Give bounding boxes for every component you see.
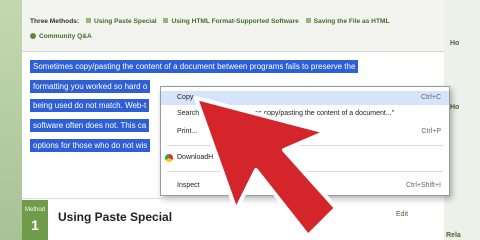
- method-title: Using Paste Special: [58, 210, 173, 224]
- menu-item-label: Inspect: [177, 182, 200, 189]
- menu-item-label: Print...: [177, 128, 198, 135]
- community-icon: [30, 33, 36, 39]
- section-divider: [22, 198, 444, 199]
- bullet-icon: [305, 18, 311, 23]
- sidebar-heading-bottom[interactable]: Rela: [446, 232, 461, 239]
- menu-item-inspect[interactable]: Inspect Ctrl+Shift+I: [161, 179, 449, 193]
- method-link-2[interactable]: Using HTML Format-Supported Software: [171, 18, 298, 25]
- methods-label: Three Methods:: [30, 18, 80, 25]
- menu-item-label: DownloadH: [177, 154, 214, 161]
- menu-shortcut: Ctrl+C: [420, 94, 441, 101]
- community-qa-link[interactable]: Community Q&A: [39, 33, 92, 40]
- menu-item-search-query: times copy/pasting the content of a docu…: [245, 110, 395, 117]
- menu-item-label: Copy: [177, 94, 194, 101]
- method-link-3[interactable]: Saving the File as HTML: [314, 18, 390, 25]
- method-badge-label: Method: [24, 207, 45, 213]
- menu-item-copy[interactable]: Copy Ctrl+C: [161, 91, 449, 105]
- edit-link[interactable]: Edit: [396, 211, 408, 218]
- selected-text-line[interactable]: options for those who do not wis: [30, 139, 151, 152]
- menu-separator: [167, 145, 443, 146]
- method-badge-number: 1: [31, 217, 39, 233]
- bullet-icon: [85, 18, 91, 23]
- community-line: Community Q&A: [30, 33, 92, 40]
- methods-toc: Three Methods: Using Paste Special Using…: [22, 0, 444, 52]
- menu-item-print[interactable]: Print... Ctrl+P: [161, 125, 449, 139]
- selected-text-line[interactable]: Sometimes copy/pasting the content of a …: [30, 60, 359, 73]
- menu-item-label: Search: [177, 110, 200, 117]
- bullet-icon: [163, 18, 169, 23]
- methods-toc-line: Three Methods: Using Paste Special Using…: [30, 18, 390, 25]
- menu-shortcut: Ctrl+Shift+I: [405, 182, 441, 189]
- extension-icon: [165, 154, 173, 162]
- menu-item-download[interactable]: DownloadH: [161, 151, 449, 165]
- menu-item-search[interactable]: Search times copy/pasting the content of…: [161, 107, 449, 121]
- method-badge: Method 1: [22, 200, 48, 240]
- sidebar-heading-top[interactable]: Ho: [450, 40, 459, 47]
- sidebar-heading-mid[interactable]: Ho: [450, 104, 459, 111]
- method-link-1[interactable]: Using Paste Special: [94, 18, 157, 25]
- context-menu: Copy Ctrl+C Search times copy/pasting th…: [160, 86, 450, 196]
- selected-text-line[interactable]: formatting you worked so hard o: [30, 80, 151, 93]
- selected-text-line[interactable]: being used do not match. Web-t: [30, 99, 150, 112]
- selected-text-line[interactable]: software often does not. This ca: [30, 119, 150, 132]
- menu-separator: [167, 171, 443, 172]
- menu-shortcut: Ctrl+P: [421, 128, 441, 135]
